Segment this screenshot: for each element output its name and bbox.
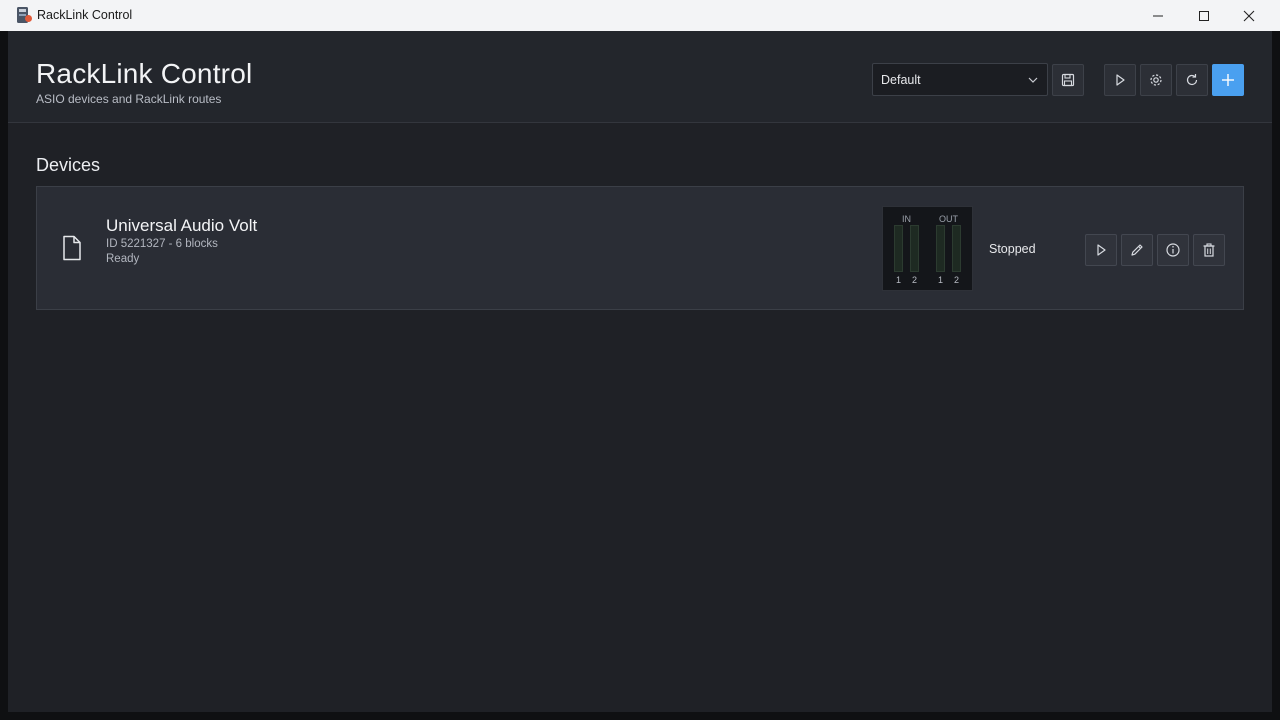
gear-icon (1150, 74, 1162, 86)
device-card[interactable]: Universal Audio Volt ID 5221327 - 6 bloc… (36, 186, 1244, 310)
settings-button[interactable] (1140, 64, 1172, 96)
maximize-button[interactable] (1181, 0, 1227, 31)
meter-in-1 (894, 225, 903, 272)
chevron-down-icon (1028, 77, 1038, 83)
minimize-button[interactable] (1135, 0, 1181, 31)
play-icon (1116, 74, 1125, 86)
trash-icon (1203, 243, 1215, 257)
minimize-icon (1153, 15, 1163, 16)
start-all-button[interactable] (1104, 64, 1136, 96)
plus-icon (1222, 74, 1234, 86)
window-titlebar: RackLink Control (0, 0, 1280, 31)
meter-channel-label: 2 (954, 275, 960, 285)
device-run-status: Stopped (989, 242, 1036, 256)
preset-select[interactable]: Default (872, 63, 1048, 96)
refresh-button[interactable] (1176, 64, 1208, 96)
app-icon (17, 7, 32, 23)
page-title: RackLink Control (36, 58, 253, 89)
device-delete-button[interactable] (1193, 234, 1225, 266)
device-start-button[interactable] (1085, 234, 1117, 266)
add-device-button[interactable] (1212, 64, 1244, 96)
document-icon (63, 235, 81, 261)
refresh-icon (1186, 74, 1198, 86)
app-content: RackLink Control ASIO devices and RackLi… (8, 31, 1272, 712)
meter-channel-label: 1 (938, 275, 944, 285)
meter-out-1 (936, 225, 945, 272)
level-meters: IN OUT 1 2 1 2 (882, 206, 973, 291)
app-header: RackLink Control ASIO devices and RackLi… (8, 31, 1272, 123)
meter-channel-label: 1 (896, 275, 902, 285)
device-state: Ready (106, 253, 140, 265)
close-icon (1243, 10, 1255, 21)
save-button[interactable] (1052, 64, 1084, 96)
device-meta: ID 5221327 - 6 blocks (106, 238, 218, 250)
meter-in-2 (910, 225, 919, 272)
maximize-icon (1199, 10, 1209, 21)
device-name: Universal Audio Volt (106, 216, 258, 235)
play-icon (1097, 244, 1106, 256)
meter-channel-label: 2 (912, 275, 918, 285)
meter-out-2 (952, 225, 961, 272)
pencil-icon (1131, 244, 1143, 256)
close-button[interactable] (1226, 0, 1272, 31)
meter-in-label: IN (902, 214, 911, 224)
meter-out-label: OUT (939, 214, 958, 224)
save-icon (1061, 73, 1075, 87)
page-subtitle: ASIO devices and RackLink routes (36, 92, 222, 106)
info-icon (1166, 243, 1180, 257)
window-title: RackLink Control (37, 8, 133, 22)
device-info-button[interactable] (1157, 234, 1189, 266)
devices-section-title: Devices (36, 155, 101, 175)
preset-select-value: Default (881, 73, 921, 87)
device-edit-button[interactable] (1121, 234, 1153, 266)
